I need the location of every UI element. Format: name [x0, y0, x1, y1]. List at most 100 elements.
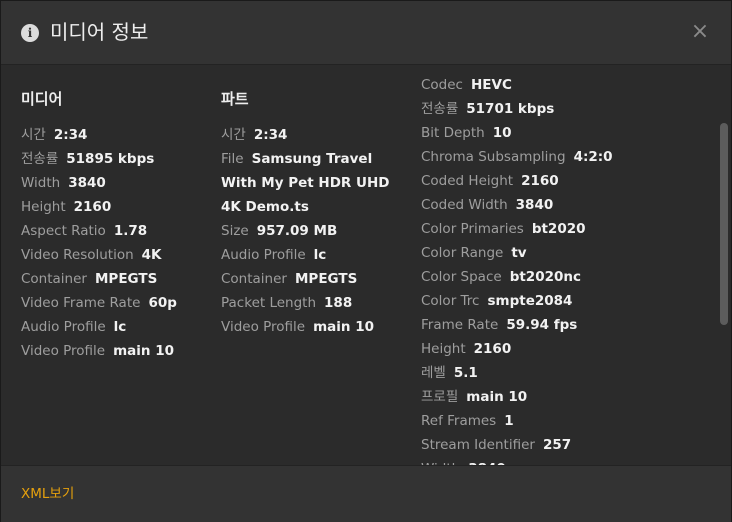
info-value: bt2020nc — [509, 269, 581, 285]
info-label: 시간 — [221, 127, 246, 143]
info-value: 4:2:0 — [573, 149, 613, 165]
info-row: Audio Profile lc — [21, 315, 211, 339]
info-label: File — [221, 151, 244, 167]
info-label: Width — [21, 175, 61, 191]
info-row: Video Frame Rate 60p — [21, 291, 211, 315]
info-row: Color Primaries bt2020 — [421, 217, 711, 241]
info-value: lc — [313, 247, 327, 263]
info-value: lc — [113, 319, 127, 335]
info-row: 프로필 main 10 — [421, 385, 711, 409]
info-row: Bit Depth 10 — [421, 121, 711, 145]
scrollbar[interactable] — [717, 65, 731, 465]
close-icon[interactable]: × — [689, 19, 711, 45]
info-label: 레벨 — [421, 365, 446, 381]
dialog-body[interactable]: 미디어 시간 2:34 전송률 51895 kbps Width 3840 Height 21… — [1, 65, 731, 465]
info-row: Height 2160 — [421, 337, 711, 361]
info-value: 3840 — [515, 197, 554, 213]
info-label: Chroma Subsampling — [421, 149, 566, 165]
info-row: Audio Profile lc — [221, 243, 401, 267]
info-row: Container MPEGTS — [21, 267, 211, 291]
info-label: Color Primaries — [421, 221, 524, 237]
info-value: main 10 — [313, 319, 374, 335]
info-row: Coded Width 3840 — [421, 193, 711, 217]
info-row: Coded Height 2160 — [421, 169, 711, 193]
part-column: 파트 시간 2:34 File Samsung Travel With My Pet … — [221, 87, 401, 339]
info-row: Color Trc smpte2084 — [421, 289, 711, 313]
info-label: Audio Profile — [21, 319, 106, 335]
info-row: Container MPEGTS — [221, 267, 401, 291]
info-row: 시간 2:34 — [221, 123, 401, 147]
info-value: main 10 — [113, 343, 174, 359]
info-label: 프로필 — [421, 389, 459, 405]
info-row: Width3840 — [421, 457, 711, 465]
info-value: 2160 — [521, 173, 559, 189]
info-value: 1.78 — [113, 223, 148, 239]
info-row: Height 2160 — [21, 195, 211, 219]
info-label: Color Space — [421, 269, 502, 285]
info-value: Samsung Travel With My Pet HDR UHD 4K De… — [221, 151, 390, 215]
dialog-header: i 미디어 정보 × — [1, 1, 731, 65]
info-value: 10 — [492, 125, 512, 141]
stream-column: Codec HEVC 전송률 51701 kbps Bit Depth 10 Chroma … — [421, 73, 711, 465]
info-row: 전송률 51895 kbps — [21, 147, 211, 171]
info-value: 2:34 — [253, 127, 288, 143]
info-value: 1 — [504, 413, 514, 429]
info-label: Size — [221, 223, 249, 239]
info-label: Stream Identifier — [421, 437, 535, 453]
info-label: Container — [21, 271, 87, 287]
info-label: Packet Length — [221, 295, 317, 311]
info-row: Color Space bt2020nc — [421, 265, 711, 289]
info-label: Coded Height — [421, 173, 514, 189]
info-row: Stream Identifier 257 — [421, 433, 711, 457]
dialog-title: 미디어 정보 — [50, 20, 149, 44]
info-value: 3840 — [68, 175, 106, 191]
info-icon: i — [21, 24, 39, 42]
info-row: Width 3840 — [21, 171, 211, 195]
info-label: Frame Rate — [421, 317, 499, 333]
info-row: Size 957.09 MB — [221, 219, 401, 243]
info-label: Codec — [421, 77, 463, 93]
media-info-dialog: i 미디어 정보 × 미디어 시간 2:34 전송률 51895 kbps Width 3… — [0, 0, 732, 522]
info-value: 5.1 — [453, 365, 478, 381]
info-label: Height — [421, 341, 466, 357]
info-row: Codec HEVC — [421, 73, 711, 97]
scrollbar-thumb[interactable] — [720, 123, 728, 325]
info-value: 188 — [324, 295, 353, 311]
info-row: Ref Frames 1 — [421, 409, 711, 433]
info-value: smpte2084 — [487, 293, 573, 309]
info-row: File Samsung Travel With My Pet HDR UHD 4… — [221, 147, 401, 219]
media-column: 미디어 시간 2:34 전송률 51895 kbps Width 3840 Height 21… — [21, 87, 211, 363]
info-row: Color Range tv — [421, 241, 711, 265]
info-label: 시간 — [21, 127, 46, 143]
info-value: 2160 — [73, 199, 112, 215]
view-xml-link[interactable]: XML보기 — [21, 484, 74, 504]
info-label: Container — [221, 271, 287, 287]
info-row: 시간 2:34 — [21, 123, 211, 147]
info-label: Height — [21, 199, 66, 215]
info-label: Video Profile — [21, 343, 106, 359]
info-value: HEVC — [470, 77, 512, 93]
dialog-footer: XML보기 — [1, 465, 731, 522]
info-value: 257 — [542, 437, 572, 453]
info-value: 51895 kbps — [66, 151, 155, 167]
info-label: 전송률 — [21, 151, 59, 167]
info-value: main 10 — [466, 389, 528, 405]
info-value: 60p — [148, 295, 177, 311]
info-row: Aspect Ratio 1.78 — [21, 219, 211, 243]
info-row: Chroma Subsampling 4:2:0 — [421, 145, 711, 169]
info-value: tv — [511, 245, 527, 261]
info-row: Video Resolution 4K — [21, 243, 211, 267]
info-label: Color Trc — [421, 293, 480, 309]
info-value: MPEGTS — [294, 271, 358, 287]
info-row: Packet Length 188 — [221, 291, 401, 315]
info-row: Video Profile main 10 — [221, 315, 401, 339]
info-label: Aspect Ratio — [21, 223, 106, 239]
info-value: 957.09 MB — [256, 223, 338, 239]
info-label: 전송률 — [421, 101, 459, 117]
info-value: 2:34 — [53, 127, 88, 143]
info-label: Video Profile — [221, 319, 306, 335]
info-label: Bit Depth — [421, 125, 485, 141]
info-row: 전송률 51701 kbps — [421, 97, 711, 121]
media-heading: 미디어 — [21, 90, 63, 108]
info-label: Coded Width — [421, 197, 508, 213]
